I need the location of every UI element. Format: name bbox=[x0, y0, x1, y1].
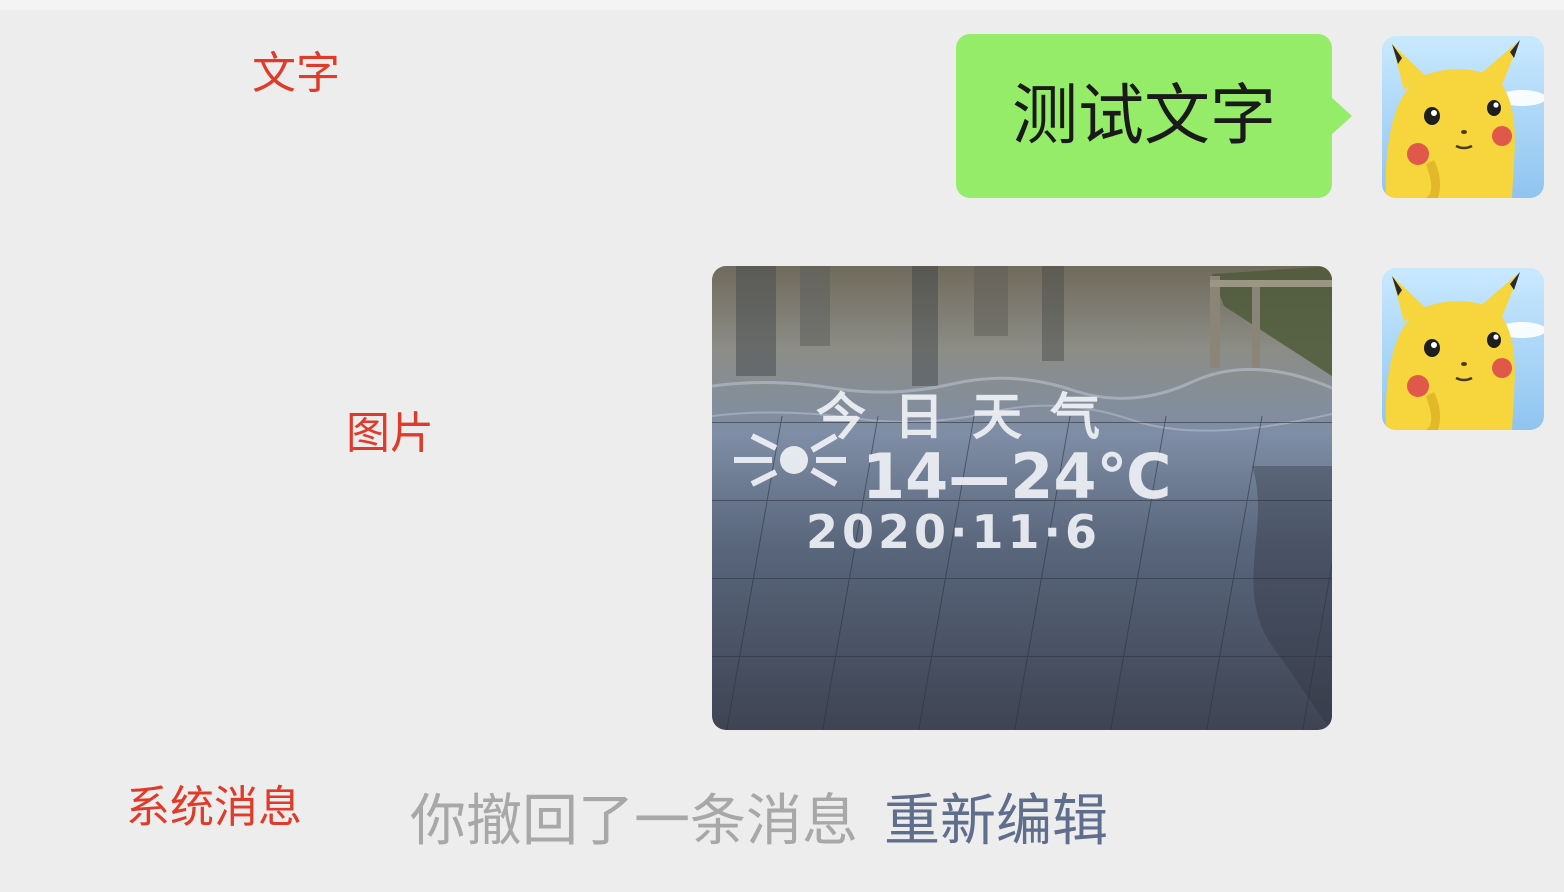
text-message-bubble[interactable]: 测试文字 bbox=[956, 34, 1332, 198]
pikachu-avatar-icon bbox=[1382, 268, 1544, 430]
top-strip bbox=[0, 0, 1564, 10]
annotation-image: 图片 bbox=[346, 408, 434, 459]
water-floor-photo: 今日天气 14—24℃ 2020·11·6 bbox=[712, 266, 1332, 730]
bubble-tail bbox=[1330, 96, 1352, 136]
annotation-text: 文字 bbox=[252, 48, 340, 99]
recall-notice: 你撤回了一条消息 bbox=[410, 789, 858, 854]
system-message: 你撤回了一条消息 重新编辑 bbox=[410, 794, 1108, 850]
image-message[interactable]: 今日天气 14—24℃ 2020·11·6 bbox=[712, 266, 1332, 730]
annotation-system: 系统消息 bbox=[126, 782, 302, 833]
pikachu-avatar-icon bbox=[1382, 36, 1544, 198]
photo-line-2: 14—24℃ bbox=[862, 440, 1172, 513]
user-avatar[interactable] bbox=[1382, 36, 1544, 198]
photo-line-1: 今日天气 bbox=[816, 388, 1128, 446]
user-avatar[interactable] bbox=[1382, 268, 1544, 430]
re-edit-link[interactable]: 重新编辑 bbox=[884, 789, 1108, 854]
photo-line-3: 2020·11·6 bbox=[806, 505, 1101, 559]
text-message-content: 测试文字 bbox=[1012, 77, 1276, 154]
